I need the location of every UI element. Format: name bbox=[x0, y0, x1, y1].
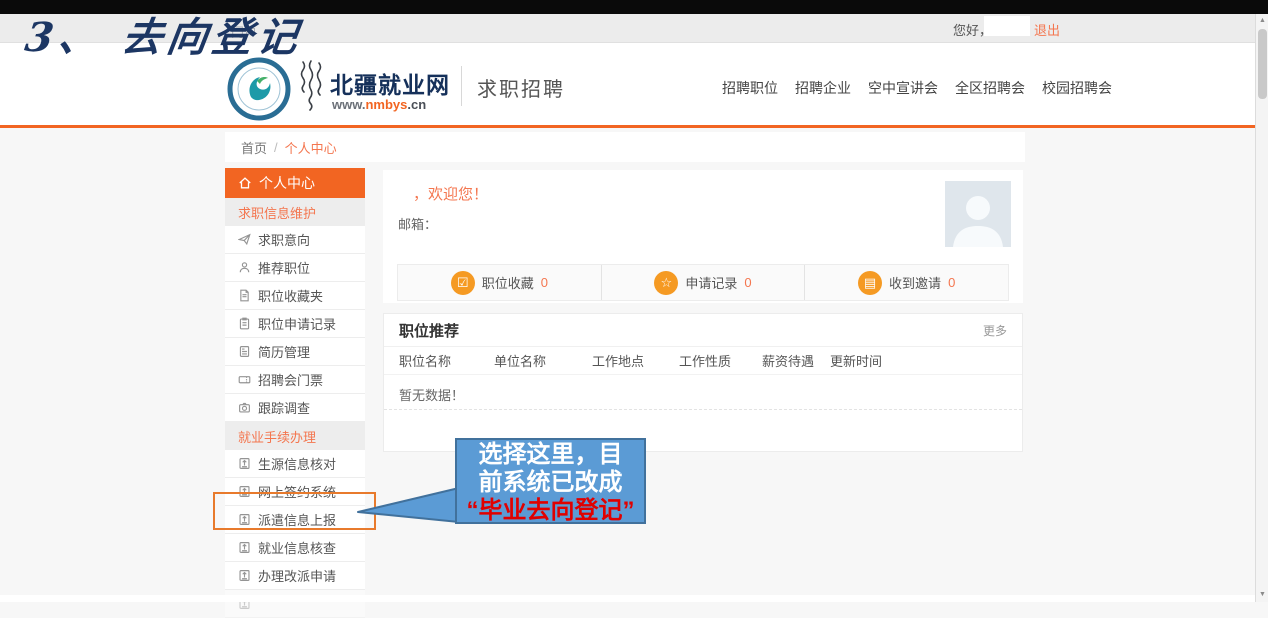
paper-plane-icon bbox=[238, 233, 251, 246]
callout-arrow-tail bbox=[357, 487, 460, 523]
breadcrumb: 首页 / 个人中心 bbox=[225, 132, 1025, 162]
sidebar-item-jobfair-tickets[interactable]: 招聘会门票 bbox=[225, 366, 365, 394]
stat-count: 0 bbox=[948, 275, 956, 290]
sidebar-item-application-records[interactable]: 职位申请记录 bbox=[225, 310, 365, 338]
sidebar: 个人中心 求职信息维护 求职意向 推荐职位 职位收藏夹 职位申请记录 简历管理 … bbox=[225, 168, 365, 618]
callout-line1: 选择这里，目 bbox=[478, 441, 623, 468]
site-name: 北疆就业网 bbox=[330, 72, 450, 98]
resume-icon bbox=[238, 345, 251, 358]
annotation-step-title: 3、 去向登记 bbox=[22, 14, 306, 61]
stats-bar: ☑ 职位收藏 0 ☆ 申请记录 0 ▤ 收到邀请 0 bbox=[397, 264, 1009, 301]
col-company-name: 单位名称 bbox=[494, 354, 547, 369]
jobs-title: 职位推荐 bbox=[399, 322, 460, 340]
col-work-type: 工作性质 bbox=[679, 354, 732, 369]
clipboard-check-icon: ☑ bbox=[450, 270, 475, 295]
upload-icon bbox=[238, 541, 251, 554]
camera-icon bbox=[238, 401, 251, 414]
site-url: www.nmbys.cn bbox=[332, 97, 427, 112]
sidebar-item-job-intent[interactable]: 求职意向 bbox=[225, 226, 365, 254]
stat-job-favorites[interactable]: ☑ 职位收藏 0 bbox=[398, 265, 601, 300]
header-divider-line bbox=[0, 125, 1268, 128]
col-work-location: 工作地点 bbox=[592, 354, 645, 369]
sidebar-item-resume-management[interactable]: 简历管理 bbox=[225, 338, 365, 366]
avatar-silhouette-icon bbox=[953, 196, 1003, 247]
sidebar-item-employment-info-check[interactable]: 就业信息核查 bbox=[225, 534, 365, 562]
sidebar-item-recommended-jobs[interactable]: 推荐职位 bbox=[225, 254, 365, 282]
scrollbar-thumb[interactable] bbox=[1258, 29, 1267, 99]
scroll-up-icon[interactable]: ▲ bbox=[1256, 15, 1268, 27]
breadcrumb-separator: / bbox=[274, 139, 278, 155]
jobs-more-link[interactable]: 更多 bbox=[983, 322, 1007, 339]
avatar bbox=[945, 181, 1011, 247]
sidebar-item-source-info-check[interactable]: 生源信息核对 bbox=[225, 450, 365, 478]
clipboard-icon bbox=[238, 317, 251, 330]
scroll-down-icon[interactable]: ▼ bbox=[1256, 589, 1268, 601]
nav-item-online-presentations[interactable]: 空中宣讲会 bbox=[868, 78, 938, 98]
sidebar-item-tracking-survey[interactable]: 跟踪调查 bbox=[225, 394, 365, 422]
mongolian-script bbox=[300, 60, 322, 111]
stat-application-records[interactable]: ☆ 申请记录 0 bbox=[600, 265, 805, 300]
top-navigation: 招聘职位 招聘企业 空中宣讲会 全区招聘会 校园招聘会 bbox=[722, 78, 1112, 98]
nav-item-companies[interactable]: 招聘企业 bbox=[795, 78, 851, 98]
invite-doc-icon: ▤ bbox=[858, 270, 883, 295]
callout-line2: 前系统已改成 bbox=[478, 469, 623, 496]
email-label: 邮箱： bbox=[398, 217, 438, 232]
logout-link[interactable]: 退出 bbox=[1034, 20, 1060, 39]
annotation-callout-bubble: 选择这里，目 前系统已改成 “毕业去向登记” bbox=[455, 438, 646, 524]
breadcrumb-home[interactable]: 首页 bbox=[241, 138, 267, 157]
welcome-text: ，欢迎您！ bbox=[413, 186, 489, 203]
ticket-icon bbox=[238, 373, 251, 386]
nav-item-jobs[interactable]: 招聘职位 bbox=[722, 78, 778, 98]
breadcrumb-current: 个人中心 bbox=[284, 140, 337, 156]
nav-item-campus-jobfairs[interactable]: 校园招聘会 bbox=[1042, 78, 1112, 98]
jobs-table-header: 职位名称 单位名称 工作地点 工作性质 薪资待遇 更新时间 bbox=[384, 347, 1022, 375]
logo-divider bbox=[461, 66, 462, 106]
sidebar-section-employment-procedures: 就业手续办理 bbox=[225, 422, 365, 450]
site-logo-emblem bbox=[227, 57, 291, 121]
callout-line3: “毕业去向登记” bbox=[466, 497, 635, 524]
jobs-titlebar: 职位推荐 更多 bbox=[384, 314, 1022, 347]
bottom-strip bbox=[0, 595, 1268, 602]
vertical-scrollbar[interactable]: ▲ ▼ bbox=[1255, 14, 1268, 602]
upload-icon bbox=[238, 569, 251, 582]
welcome-panel: ，欢迎您！ 邮箱： ☑ 职位收藏 0 ☆ 申请记录 0 ▤ 收到邀请 0 bbox=[383, 170, 1023, 303]
star-icon: ☆ bbox=[654, 270, 679, 295]
jobs-empty-text: 暂无数据！ bbox=[384, 375, 1022, 410]
site-section-label: 求职招聘 bbox=[477, 79, 565, 101]
sidebar-item-job-favorites[interactable]: 职位收藏夹 bbox=[225, 282, 365, 310]
job-recommendations-panel: 职位推荐 更多 职位名称 单位名称 工作地点 工作性质 薪资待遇 更新时间 暂无… bbox=[383, 313, 1023, 452]
redacted-username bbox=[984, 16, 1030, 36]
nav-item-region-jobfairs[interactable]: 全区招聘会 bbox=[955, 78, 1025, 98]
sidebar-header-personal-center[interactable]: 个人中心 bbox=[225, 168, 365, 198]
sidebar-item-reassignment-apply[interactable]: 办理改派申请 bbox=[225, 562, 365, 590]
home-icon bbox=[238, 176, 252, 190]
sidebar-section-jobseek-info: 求职信息维护 bbox=[225, 198, 365, 226]
person-icon bbox=[238, 261, 251, 274]
col-update-time: 更新时间 bbox=[830, 354, 883, 369]
stat-count: 0 bbox=[744, 275, 752, 290]
stat-invitations-received[interactable]: ▤ 收到邀请 0 bbox=[804, 265, 1008, 300]
col-salary: 薪资待遇 bbox=[762, 354, 815, 369]
col-job-name: 职位名称 bbox=[399, 354, 452, 369]
stat-count: 0 bbox=[540, 275, 548, 290]
upload-icon bbox=[238, 457, 251, 470]
file-icon bbox=[238, 289, 251, 302]
